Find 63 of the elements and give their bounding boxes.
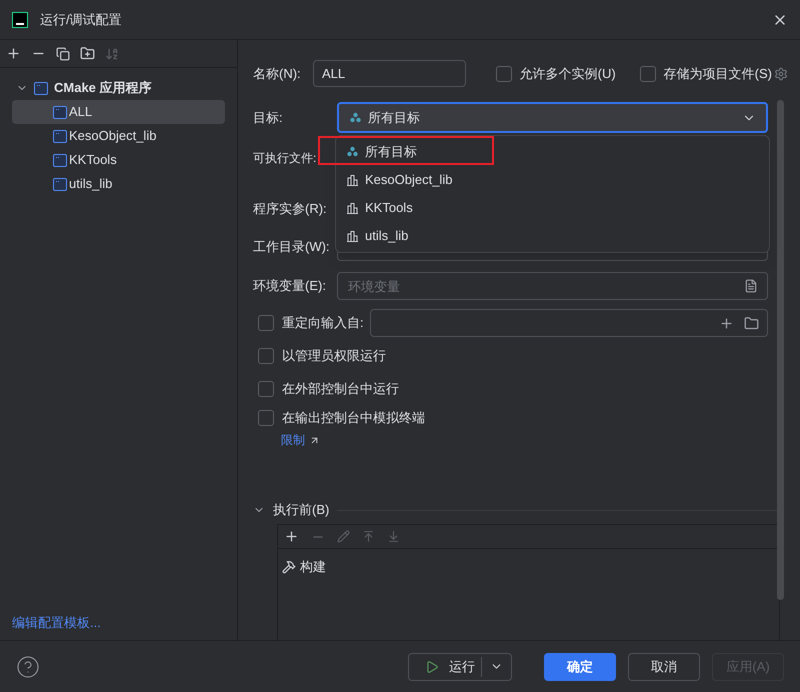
checkbox-label[interactable]: 在外部控制台中运行 [282, 379, 399, 399]
menu-item[interactable]: KesoObject_lib [336, 166, 769, 194]
checkbox-label[interactable]: 以管理员权限运行 [282, 346, 386, 366]
name-field[interactable]: ALL [313, 60, 466, 87]
window-title: 运行/调试配置 [40, 10, 122, 29]
add-icon[interactable] [6, 46, 21, 61]
task-item[interactable]: 构建 [300, 557, 326, 576]
window-icon [53, 178, 67, 190]
hammer-icon [282, 560, 296, 574]
menu-item[interactable]: utils_lib [336, 222, 769, 250]
run-button[interactable]: 运行 [408, 652, 512, 680]
folder-add-icon[interactable] [80, 46, 95, 61]
checkbox[interactable] [258, 410, 274, 426]
library-icon [346, 174, 359, 186]
window-icon [53, 154, 67, 166]
help-icon[interactable] [16, 654, 40, 678]
checkbox[interactable] [258, 381, 274, 397]
menu-item[interactable]: KKTools [336, 194, 769, 222]
field-label: 可执行文件: [253, 150, 316, 167]
folder-icon[interactable] [744, 316, 759, 330]
tree-item[interactable]: utils_lib [12, 172, 225, 196]
checkbox[interactable] [258, 348, 274, 364]
checkbox-label[interactable]: 重定向输入自: [282, 313, 370, 333]
window-icon [53, 130, 67, 142]
env-field[interactable]: 环境变量 [337, 272, 768, 300]
section-title: 执行前(B) [273, 501, 330, 520]
target-dropdown[interactable]: 所有目标 [337, 102, 768, 133]
scrollbar[interactable] [777, 100, 784, 600]
copy-icon[interactable] [56, 46, 70, 60]
external-link-icon [309, 434, 320, 446]
play-icon [425, 660, 439, 674]
library-icon [346, 230, 359, 242]
library-icon [346, 202, 359, 214]
checkbox-label[interactable]: 允许多个实例(U) [520, 64, 616, 84]
tree-group-label[interactable]: CMake 应用程序 [54, 78, 152, 98]
field-label: 程序实参(R): [253, 200, 327, 218]
field-label: 目标: [253, 108, 284, 127]
hierarchy-icon [346, 146, 359, 158]
app-logo-icon [12, 12, 28, 28]
tree-item[interactable]: KesoObject_lib [12, 124, 225, 148]
checkbox[interactable] [496, 66, 512, 82]
window-icon [53, 106, 67, 118]
add-icon[interactable] [284, 529, 299, 544]
add-icon[interactable] [719, 316, 734, 330]
checkbox-label[interactable]: 存储为项目文件(S) [664, 64, 772, 84]
settings-icon[interactable] [774, 66, 788, 80]
template-link[interactable]: 编辑配置模板... [0, 612, 237, 632]
tree-item[interactable]: ALL [12, 100, 225, 124]
list-icon[interactable] [744, 279, 758, 293]
field-label: 工作目录(W): [253, 238, 331, 256]
hierarchy-icon [349, 112, 362, 124]
redirect-field[interactable] [370, 309, 768, 337]
limit-link[interactable]: 限制 [281, 431, 305, 449]
cancel-button[interactable]: 取消 [628, 652, 700, 680]
window-icon [34, 82, 48, 94]
menu-item[interactable]: 所有目标 [336, 138, 769, 166]
checkbox-label[interactable]: 在输出控制台中模拟终端 [282, 408, 425, 428]
field-label: 名称(N): [253, 64, 302, 83]
ok-button[interactable]: 确定 [544, 652, 616, 680]
field-label: 环境变量(E): [253, 277, 327, 296]
checkbox[interactable] [640, 66, 656, 82]
checkbox[interactable] [258, 315, 274, 331]
tree-item[interactable]: KKTools [12, 148, 225, 172]
